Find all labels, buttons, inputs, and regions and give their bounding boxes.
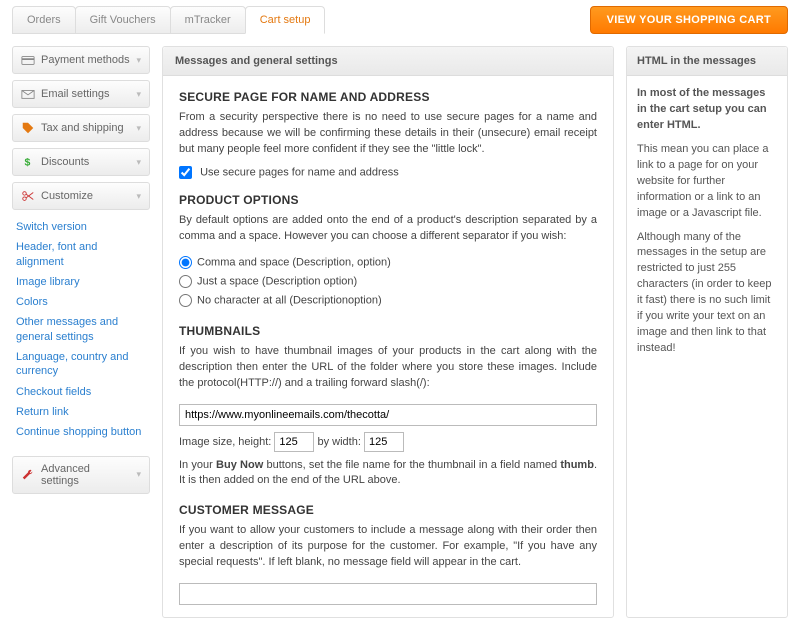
tab-gift-vouchers[interactable]: Gift Vouchers [75,6,171,34]
section-title-secure: SECURE PAGE FOR NAME AND ADDRESS [179,90,597,104]
sidebar-link-other-messages[interactable]: Other messages and general settings [16,315,148,344]
section-title-thumbnails: THUMBNAILS [179,324,597,338]
sidebar-item-advanced[interactable]: Advanced settings ▾ [12,456,150,494]
section-title-customer-message: CUSTOMER MESSAGE [179,503,597,517]
secure-checkbox[interactable] [179,166,192,179]
radio-label: Comma and space (Description, option) [197,256,391,268]
sidebar-link-continue-shopping[interactable]: Continue shopping button [16,425,148,439]
chevron-down-icon: ▾ [136,123,141,134]
product-options-text: By default options are added onto the en… [179,213,597,245]
secure-text: From a security perspective there is no … [179,110,597,158]
dollar-icon: $ [21,155,35,169]
radio-comma-space[interactable] [179,256,192,269]
svg-text:$: $ [25,157,31,169]
secure-checkbox-label: Use secure pages for name and address [200,166,399,178]
chevron-down-icon: ▾ [136,469,141,480]
radio-label: Just a space (Description option) [197,275,357,287]
sidebar-item-customize[interactable]: Customize ▾ [12,182,150,210]
sidebar-item-email-settings[interactable]: Email settings ▾ [12,80,150,108]
card-icon [21,53,35,67]
sidebar-link-image-library[interactable]: Image library [16,275,148,289]
section-title-product-options: PRODUCT OPTIONS [179,193,597,207]
sidebar-link-switch-version[interactable]: Switch version [16,220,148,234]
tab-orders[interactable]: Orders [12,6,76,34]
tab-cart-setup[interactable]: Cart setup [245,6,326,34]
main-panel: Messages and general settings SECURE PAG… [162,46,614,618]
customer-message-text: If you want to allow your customers to i… [179,523,597,571]
radio-none[interactable] [179,294,192,307]
sidebar-item-tax-shipping[interactable]: Tax and shipping ▾ [12,114,150,142]
thumb-height-input[interactable] [274,432,314,452]
info-bold: In most of the messages in the cart setu… [637,87,767,131]
thumbnail-url-input[interactable] [179,404,597,426]
scissors-icon [21,189,35,203]
wrench-icon [21,468,35,482]
chevron-down-icon: ▾ [136,89,141,100]
sidebar-item-discounts[interactable]: $ Discounts ▾ [12,148,150,176]
thumb-width-input[interactable] [364,432,404,452]
sidebar-link-language[interactable]: Language, country and currency [16,350,148,379]
thumbnails-text: If you wish to have thumbnail images of … [179,344,597,392]
chevron-down-icon: ▾ [136,191,141,202]
tag-icon [21,121,35,135]
info-p2: Although many of the messages in the set… [637,230,777,358]
sidebar-link-return-link[interactable]: Return link [16,405,148,419]
main-header: Messages and general settings [163,47,613,76]
info-panel: HTML in the messages In most of the mess… [626,46,788,618]
sidebar-link-header-font[interactable]: Header, font and alignment [16,240,148,269]
tab-mtracker[interactable]: mTracker [170,6,246,34]
sidebar-item-payment-methods[interactable]: Payment methods ▾ [12,46,150,74]
chevron-down-icon: ▾ [136,55,141,66]
sidebar-item-label: Advanced settings [41,463,130,487]
info-p1: This mean you can place a link to a page… [637,142,777,222]
chevron-down-icon: ▾ [136,157,141,168]
sidebar-link-checkout-fields[interactable]: Checkout fields [16,385,148,399]
size-pre-label: Image size, height: [179,436,271,448]
sidebar-item-label: Tax and shipping [41,122,124,134]
radio-label: No character at all (Descriptionoption) [197,294,382,306]
sidebar-item-label: Discounts [41,156,89,168]
sidebar-item-label: Customize [41,190,93,202]
radio-space[interactable] [179,275,192,288]
by-width-label: by width: [317,436,360,448]
sidebar: Payment methods ▾ Email settings ▾ Tax a… [12,46,150,618]
envelope-icon [21,87,35,101]
sidebar-link-colors[interactable]: Colors [16,295,148,309]
sidebar-item-label: Payment methods [41,54,130,66]
sidebar-item-label: Email settings [41,88,109,100]
view-cart-button[interactable]: VIEW YOUR SHOPPING CART [590,6,788,34]
info-header: HTML in the messages [627,47,787,76]
tab-bar: Orders Gift Vouchers mTracker Cart setup [12,6,590,34]
customer-message-input[interactable] [179,583,597,605]
thumbnails-post-text: In your Buy Now buttons, set the file na… [179,458,597,490]
